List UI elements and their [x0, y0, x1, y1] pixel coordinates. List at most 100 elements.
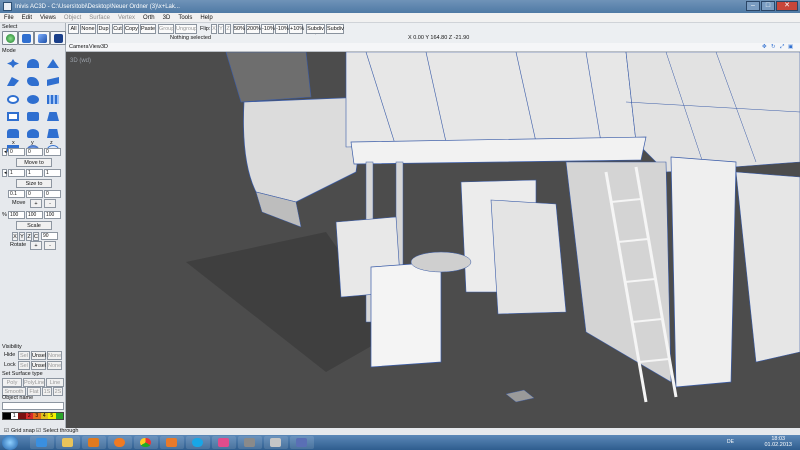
lock-none-button[interactable]: None	[47, 361, 62, 370]
menu-file[interactable]: File	[0, 13, 18, 23]
mode-box[interactable]	[24, 110, 42, 123]
step-z-input[interactable]: 0	[44, 190, 61, 198]
menu-views[interactable]: Views	[36, 13, 60, 23]
surface-1s-button[interactable]: 1S	[42, 387, 52, 396]
menu-3d[interactable]: 3D	[159, 13, 175, 23]
menu-surface[interactable]: Surface	[85, 13, 114, 23]
maximize-button[interactable]: □	[761, 1, 775, 11]
maximize-view-icon[interactable]: ▣	[788, 42, 793, 52]
minus-10-button[interactable]: -10%	[261, 24, 275, 34]
mode-pyramid[interactable]	[44, 127, 62, 140]
mode-disk[interactable]	[24, 93, 42, 106]
taskbar-app8[interactable]	[212, 436, 236, 449]
menu-help[interactable]: Help	[196, 13, 216, 23]
size-toggle[interactable]: ◂	[2, 169, 7, 177]
taskbar-chrome[interactable]	[134, 436, 158, 449]
step-y-input[interactable]: 0	[26, 190, 43, 198]
subdiv-minus-button[interactable]: Subdiv -	[326, 24, 344, 40]
menu-orth[interactable]: Orth	[139, 13, 159, 23]
taskbar-media[interactable]	[82, 436, 106, 449]
surface-line-button[interactable]: Line	[46, 378, 64, 387]
rotate-axis-y[interactable]: Y	[19, 232, 25, 241]
minus-10-button-2[interactable]: -10%	[275, 24, 289, 34]
view-menu[interactable]: View	[89, 42, 101, 52]
3d-viewport[interactable]: 3D (wd)	[66, 52, 800, 428]
move-toggle[interactable]: ◂	[2, 148, 7, 156]
plus-10-button[interactable]: +10%	[289, 24, 304, 34]
flip-y-button[interactable]: Y	[218, 24, 224, 34]
rotate-angle-input[interactable]: 90	[41, 232, 58, 240]
color-swatch-green[interactable]	[55, 413, 63, 419]
mode-draw-line[interactable]	[44, 75, 62, 88]
select-group-button[interactable]	[2, 31, 18, 45]
select-surface-button[interactable]	[34, 31, 50, 45]
rotate-axis-z[interactable]: Z	[26, 232, 32, 241]
zoom-50-button[interactable]: 50%	[233, 24, 245, 34]
lock-unsel-button[interactable]: Unsel	[31, 361, 46, 370]
mode-mesh[interactable]	[44, 93, 62, 106]
camera-menu[interactable]: Camera	[69, 42, 89, 52]
size-x-input[interactable]: 1	[8, 169, 25, 177]
close-button[interactable]: ✕	[776, 1, 798, 11]
dup-button[interactable]: Dup	[97, 24, 110, 34]
color-swatch-black[interactable]	[3, 413, 11, 419]
move-plus-button[interactable]: +	[30, 199, 42, 208]
scale-y-input[interactable]: 100	[26, 211, 43, 219]
mode-draw-curve[interactable]	[24, 75, 42, 88]
rotate-minus-button[interactable]: -	[44, 241, 56, 250]
surface-poly-button[interactable]: Poly	[2, 378, 22, 387]
object-name-input[interactable]	[2, 402, 64, 410]
view-mode-3d[interactable]: 3D	[101, 42, 108, 52]
taskbar-explorer[interactable]	[56, 436, 80, 449]
hide-unsel-button[interactable]: Unsel	[31, 351, 46, 360]
cut-button[interactable]: Cut	[112, 24, 123, 34]
taskbar-app9[interactable]	[238, 436, 262, 449]
mode-draw-polyline[interactable]	[4, 75, 22, 88]
color-swatch-4[interactable]: 4	[40, 413, 48, 419]
menu-tools[interactable]: Tools	[174, 13, 196, 23]
color-swatch-2[interactable]: 2	[25, 413, 33, 419]
menu-vertex[interactable]: Vertex	[114, 13, 139, 23]
surface-polyline-button[interactable]: PolyLine	[23, 378, 45, 387]
step-input[interactable]: 0.1	[8, 190, 25, 198]
move-y-input[interactable]: 0	[26, 148, 43, 156]
taskbar-firefox[interactable]	[108, 436, 132, 449]
rotate-plus-button[interactable]: +	[30, 241, 42, 250]
rotate-view-icon[interactable]: ↻	[771, 42, 776, 52]
copy-button[interactable]: Copy	[124, 24, 139, 34]
hide-none-button[interactable]: None	[47, 351, 62, 360]
select-none-button[interactable]: None	[80, 24, 96, 34]
size-y-input[interactable]: 1	[26, 169, 43, 177]
mode-move[interactable]	[4, 57, 22, 70]
mode-cylinder[interactable]	[4, 127, 22, 140]
color-swatch-5[interactable]: 5	[48, 413, 56, 419]
menu-object[interactable]: Object	[60, 13, 85, 23]
system-clock[interactable]: 18:03 01.02.2013	[764, 436, 792, 448]
taskbar-ie[interactable]	[30, 436, 54, 449]
paste-button[interactable]: Paste	[140, 24, 156, 34]
rotate-axis-x[interactable]: X	[12, 232, 18, 241]
taskbar-skype[interactable]	[186, 436, 210, 449]
move-minus-button[interactable]: -	[44, 199, 56, 208]
minimize-button[interactable]: –	[746, 1, 760, 11]
flip-z-button[interactable]: Z	[225, 24, 231, 34]
color-swatch-3[interactable]: 3	[33, 413, 41, 419]
surface-2s-button[interactable]: 2S	[53, 387, 63, 396]
move-z-input[interactable]: 0	[44, 148, 61, 156]
hide-sel-button[interactable]: Sel	[18, 351, 30, 360]
zoom-200-button[interactable]: 200%	[246, 24, 261, 34]
select-all-button[interactable]: All	[68, 24, 79, 34]
subdiv-plus-button[interactable]: Subdiv +	[306, 24, 325, 40]
language-indicator[interactable]: DE	[727, 439, 734, 445]
lock-sel-button[interactable]: Sel	[18, 361, 30, 370]
menu-edit[interactable]: Edit	[18, 13, 36, 23]
scale-z-input[interactable]: 100	[44, 211, 61, 219]
move-x-input[interactable]: 0	[8, 148, 25, 156]
taskbar-app6[interactable]	[160, 436, 184, 449]
start-button[interactable]	[2, 435, 18, 450]
zoom-view-icon[interactable]: ⤢	[780, 42, 784, 52]
mode-rectangle[interactable]	[4, 110, 22, 123]
mode-scale[interactable]	[44, 57, 62, 70]
size-to-button[interactable]: Size to	[16, 179, 52, 188]
scale-button[interactable]: Scale	[16, 221, 52, 230]
